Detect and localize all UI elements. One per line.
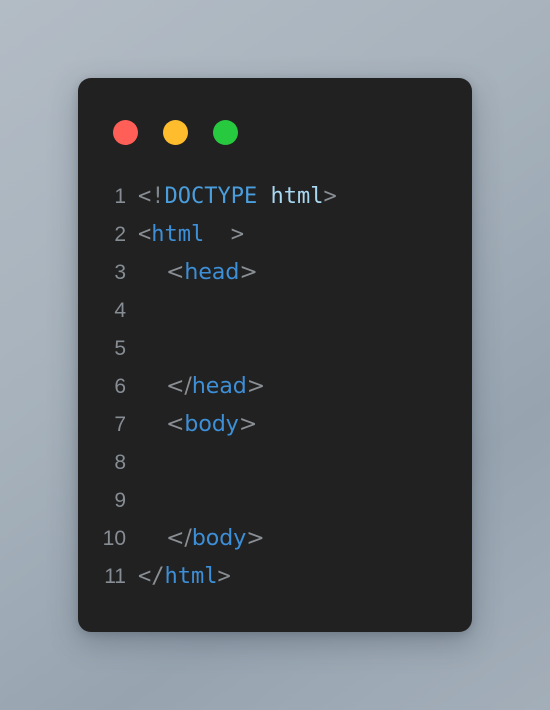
- token-punct: >: [246, 374, 266, 399]
- code-line[interactable]: 6 </head>: [78, 368, 472, 406]
- code-line[interactable]: 11 </html>: [78, 558, 472, 596]
- window-minimize-button[interactable]: [163, 120, 188, 145]
- line-number: 4: [114, 299, 126, 322]
- line-number: 10: [102, 527, 126, 550]
- line-number: 1: [114, 185, 126, 208]
- token-punct: <: [165, 412, 185, 437]
- line-content[interactable]: </body>: [138, 520, 472, 558]
- line-number: 5: [114, 337, 126, 360]
- line-number: 3: [114, 261, 126, 284]
- token-punct: >: [246, 526, 265, 551]
- code-line[interactable]: 4: [78, 292, 472, 330]
- token-bang: !: [151, 184, 165, 209]
- code-line[interactable]: 9: [78, 482, 472, 520]
- code-line[interactable]: 7 <body>: [78, 406, 472, 444]
- code-line[interactable]: 2 <html >: [78, 216, 472, 254]
- code-line[interactable]: 8: [78, 444, 472, 482]
- line-content[interactable]: <!DOCTYPE html>: [138, 178, 472, 216]
- token-tag: body: [191, 526, 247, 551]
- line-number: 8: [114, 451, 126, 474]
- token-tag-lite: html: [270, 184, 324, 209]
- line-number: 9: [114, 489, 126, 512]
- code-editor-window: 1 <!DOCTYPE html> 2 <html >3 <head> 4 5 6 </he…: [78, 78, 472, 632]
- window-close-button[interactable]: [113, 120, 138, 145]
- token-punct: /: [151, 564, 165, 589]
- line-number: 7: [114, 413, 126, 436]
- code-line[interactable]: 10 </body>: [78, 520, 472, 558]
- token-doctype: DOCTYPE: [164, 184, 258, 209]
- token-punct: <: [138, 564, 152, 589]
- window-titlebar[interactable]: [78, 78, 472, 154]
- token-tag: html: [151, 222, 205, 247]
- window-maximize-button[interactable]: [213, 120, 238, 145]
- token-punct: <: [138, 222, 152, 247]
- token-punct: >: [238, 412, 258, 437]
- token-punct: /: [184, 526, 192, 551]
- code-line[interactable]: 3 <head>: [78, 254, 472, 292]
- window-traffic-lights: [113, 120, 238, 145]
- token-punct: >: [239, 260, 258, 285]
- token-punct: <: [138, 184, 152, 209]
- token-tag: head: [191, 374, 247, 399]
- screenshot-stage: 1 <!DOCTYPE html> 2 <html >3 <head> 4 5 6 </he…: [0, 0, 550, 710]
- line-number: 11: [104, 565, 126, 588]
- token-tag: head: [184, 260, 240, 285]
- line-content[interactable]: <body>: [138, 406, 472, 444]
- code-editor-content[interactable]: 1 <!DOCTYPE html> 2 <html >3 <head> 4 5 6 </he…: [78, 178, 472, 596]
- token-tag: body: [184, 412, 239, 437]
- token-punct: >: [323, 184, 337, 209]
- token-punct: /: [184, 374, 192, 399]
- line-content[interactable]: </html>: [138, 558, 472, 596]
- line-content[interactable]: <head>: [138, 254, 472, 292]
- line-number: 2: [114, 223, 126, 246]
- code-line[interactable]: 5: [78, 330, 472, 368]
- line-content[interactable]: </head>: [138, 368, 472, 406]
- token-punct: <: [165, 526, 185, 551]
- token-punct: <: [165, 374, 185, 399]
- token-punct: >: [230, 222, 244, 247]
- code-line[interactable]: 1 <!DOCTYPE html>: [78, 178, 472, 216]
- line-number: 6: [114, 375, 126, 398]
- line-content[interactable]: <html >: [138, 216, 472, 254]
- token-punct: >: [217, 564, 231, 589]
- token-punct: <: [165, 260, 185, 285]
- token-tag: html: [164, 564, 218, 589]
